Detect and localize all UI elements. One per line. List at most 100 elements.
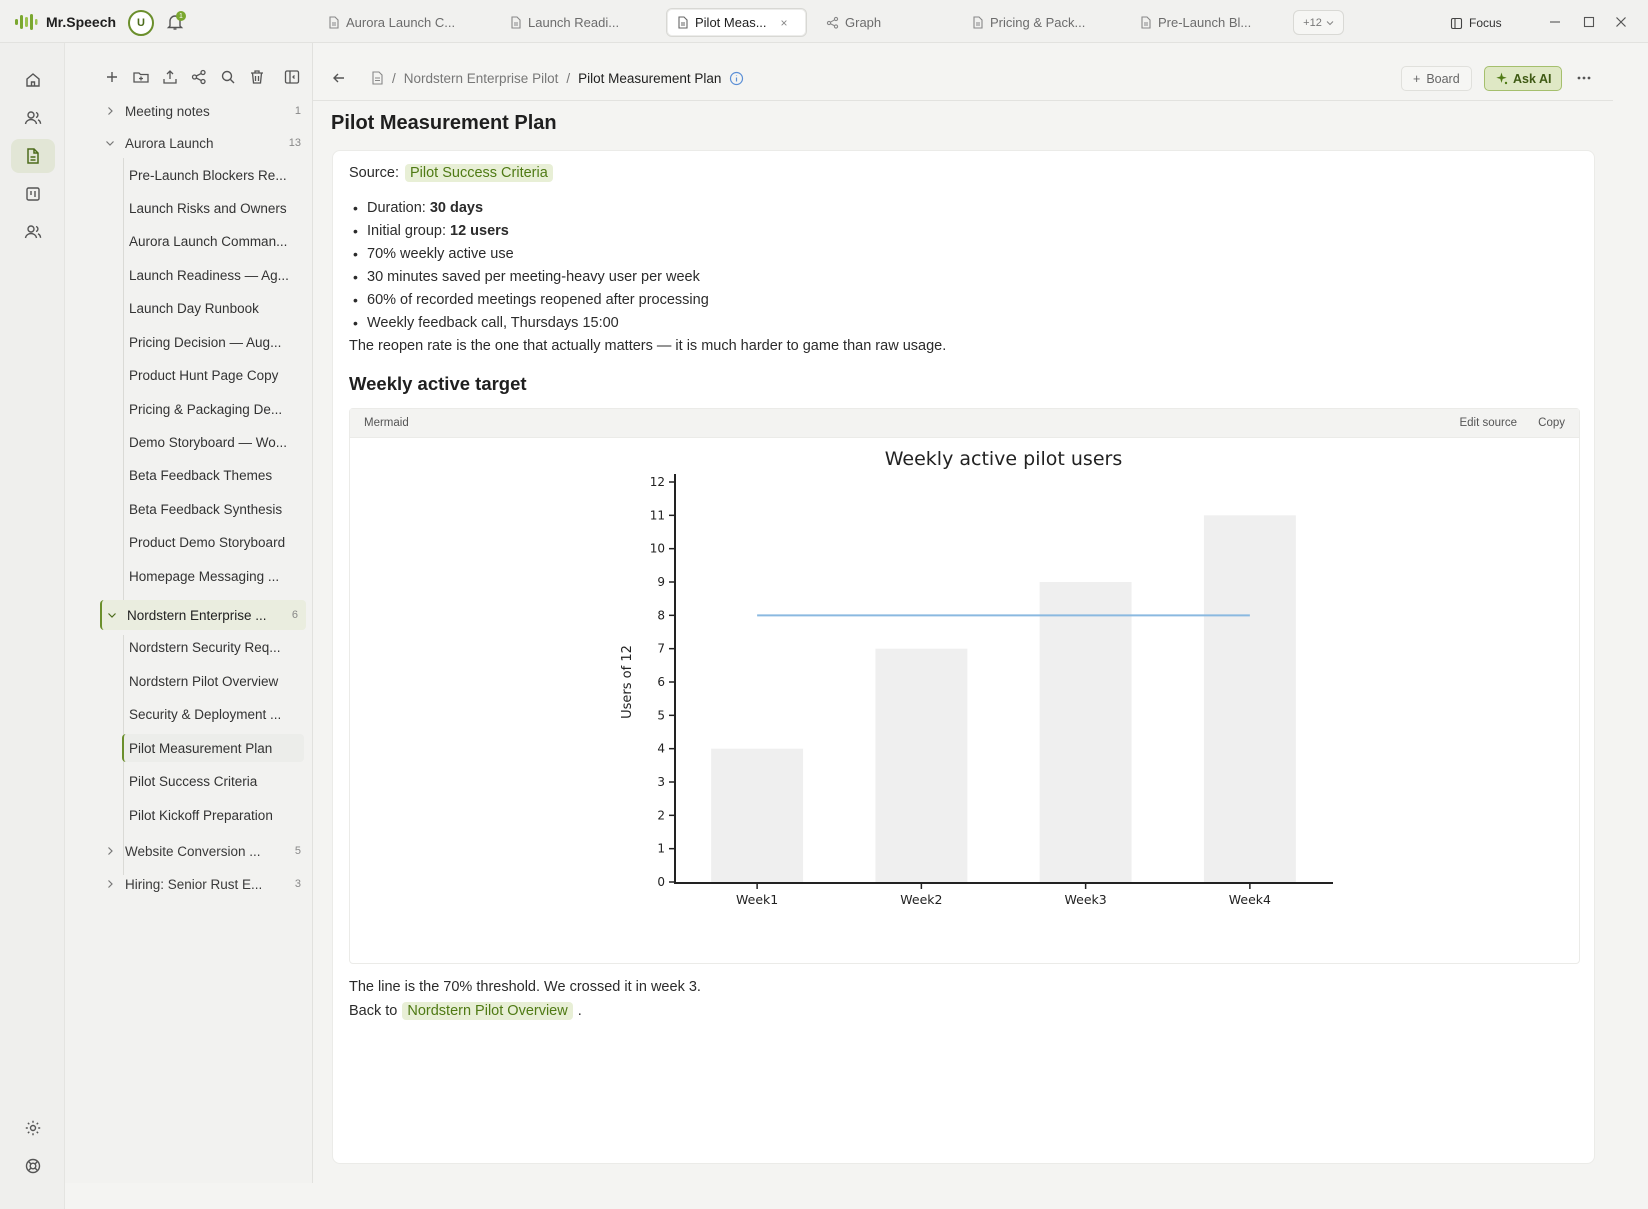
board-icon: [24, 185, 42, 203]
export-icon[interactable]: [161, 68, 179, 86]
tree-item[interactable]: Aurora Launch Comman...: [122, 227, 304, 255]
search-icon[interactable]: [219, 68, 237, 86]
home-button[interactable]: [11, 63, 55, 97]
tab-label: Pre-Launch Bl...: [1158, 15, 1252, 30]
tree-group-nordstern-enterprise[interactable]: Nordstern Enterprise ... 6: [100, 600, 306, 630]
tree-item[interactable]: Pilot Kickoff Preparation: [122, 801, 304, 829]
tree-item[interactable]: Pilot Success Criteria: [122, 767, 304, 795]
sidebar-collapse-icon[interactable]: [283, 68, 301, 86]
list-item: Initial group:12 users: [353, 219, 709, 242]
tab-aurora-launch[interactable]: Aurora Launch C...: [318, 8, 465, 37]
tree-item[interactable]: Homepage Messaging ...: [122, 562, 304, 590]
icon-rail: [0, 43, 65, 1209]
focus-button[interactable]: Focus: [1450, 12, 1502, 34]
tree-item[interactable]: Pricing Decision — Aug...: [122, 328, 304, 356]
close-icon[interactable]: ×: [781, 16, 788, 30]
settings-button[interactable]: [11, 1111, 55, 1145]
back-prefix: Back to: [349, 1003, 398, 1019]
tab-pricing-packaging[interactable]: Pricing & Pack...: [962, 8, 1095, 37]
tree-group-aurora-launch[interactable]: Aurora Launch 13: [103, 130, 309, 156]
bullet-list: Duration:30 days Initial group:12 users …: [353, 196, 709, 334]
bullet-text: 70% weekly active use: [367, 245, 514, 262]
tree-item[interactable]: Launch Day Runbook: [122, 294, 304, 322]
maximize-icon[interactable]: [1580, 13, 1598, 31]
avatar[interactable]: U: [128, 10, 154, 36]
copy-button[interactable]: Copy: [1538, 417, 1565, 429]
page-title: Pilot Measurement Plan: [331, 112, 557, 134]
source-label: Source:: [349, 165, 399, 181]
back-link[interactable]: Nordstern Pilot Overview: [402, 1002, 573, 1020]
back-link-line: Back to Nordstern Pilot Overview .: [349, 1002, 582, 1020]
edit-source-button[interactable]: Edit source: [1459, 417, 1517, 429]
chevron-down-icon: [105, 608, 119, 622]
tree-item[interactable]: Launch Risks and Owners: [122, 194, 304, 222]
tab-pilot-measurement[interactable]: Pilot Meas... ×: [666, 8, 807, 37]
people-button[interactable]: [11, 101, 55, 135]
y-tick-label: 7: [657, 642, 665, 656]
tree-item[interactable]: Nordstern Pilot Overview: [122, 667, 304, 695]
y-tick-label: 2: [657, 808, 665, 822]
tab-label: Aurora Launch C...: [346, 15, 456, 30]
tree-item[interactable]: Nordstern Security Req...: [122, 633, 304, 661]
breadcrumb-parent[interactable]: Nordstern Enterprise Pilot: [404, 71, 559, 86]
summary-paragraph: The reopen rate is the one that actually…: [349, 338, 947, 354]
tree-group-hiring[interactable]: Hiring: Senior Rust E... 3: [103, 871, 309, 897]
tabs-overflow-button[interactable]: +12: [1293, 10, 1344, 35]
plus-icon[interactable]: [103, 68, 121, 86]
ask-ai-button[interactable]: Ask AI: [1484, 66, 1563, 91]
tree-group-count: 13: [288, 137, 301, 149]
tree-item[interactable]: Beta Feedback Synthesis: [122, 495, 304, 523]
tree-group-meeting-notes[interactable]: Meeting notes 1: [103, 98, 309, 124]
minimize-icon[interactable]: [1546, 13, 1564, 31]
contacts-button[interactable]: [11, 215, 55, 249]
list-item: Duration:30 days: [353, 196, 709, 219]
chevron-right-icon: [103, 104, 117, 118]
bullet-text: Initial group:: [367, 222, 446, 239]
tree-item[interactable]: Pre-Launch Blockers Re...: [122, 161, 304, 189]
focus-icon: [1450, 17, 1463, 30]
board-button[interactable]: + Board: [1401, 66, 1472, 91]
tree-item[interactable]: Beta Feedback Themes: [122, 461, 304, 489]
tab-label: Graph: [845, 15, 882, 30]
x-tick-label: Week4: [1229, 892, 1271, 907]
share-icon[interactable]: [190, 68, 208, 86]
board-nav-button[interactable]: [11, 177, 55, 211]
tree-group-website-conversion[interactable]: Website Conversion ... 5: [103, 838, 309, 864]
window-close-icon[interactable]: [1612, 13, 1630, 31]
source-link[interactable]: Pilot Success Criteria: [404, 164, 553, 182]
y-tick-label: 4: [657, 742, 665, 756]
trash-icon[interactable]: [248, 68, 266, 86]
back-arrow-icon[interactable]: [331, 70, 347, 86]
brand[interactable]: Mr.Speech: [14, 11, 116, 33]
documents-button[interactable]: [11, 139, 55, 173]
help-button[interactable]: [11, 1149, 55, 1183]
chevron-down-icon: [103, 136, 117, 150]
new-folder-icon[interactable]: [132, 68, 150, 86]
tree-item[interactable]: Product Demo Storyboard: [122, 528, 304, 556]
bullet-text: Weekly feedback call, Thursdays 15:00: [367, 314, 619, 331]
sidebar-toolbar: [103, 68, 266, 86]
list-item: Weekly feedback call, Thursdays 15:00: [353, 311, 709, 334]
mermaid-block: Mermaid Edit source Copy Weekly active p…: [349, 408, 1580, 964]
tree-item[interactable]: Product Hunt Page Copy: [122, 361, 304, 389]
tabs-overflow-count: +12: [1303, 16, 1322, 29]
tree-item[interactable]: Launch Readiness — Ag...: [122, 261, 304, 289]
chevron-down-icon: [1326, 20, 1334, 26]
tree-item[interactable]: Security & Deployment ...: [122, 700, 304, 728]
info-icon[interactable]: [729, 71, 744, 86]
tab-launch-readiness[interactable]: Launch Readi...: [500, 8, 629, 37]
breadcrumb-separator: /: [566, 70, 571, 86]
tree-item[interactable]: Demo Storyboard — Wo...: [122, 428, 304, 456]
tree-item[interactable]: Pricing & Packaging De...: [122, 395, 304, 423]
header-divider: [313, 100, 1613, 101]
tab-graph[interactable]: Graph: [816, 8, 891, 37]
tree-group-count: 1: [294, 105, 301, 117]
focus-label: Focus: [1469, 16, 1502, 30]
document-icon: [677, 16, 689, 29]
chart-bar: [711, 748, 804, 882]
tree-item-current[interactable]: Pilot Measurement Plan: [122, 734, 304, 762]
more-options-icon[interactable]: [1573, 68, 1595, 88]
tree-group-label: Hiring: Senior Rust E...: [125, 876, 263, 892]
tab-pre-launch-blockers[interactable]: Pre-Launch Bl...: [1130, 8, 1261, 37]
threshold-note: The line is the 70% threshold. We crosse…: [349, 979, 701, 995]
